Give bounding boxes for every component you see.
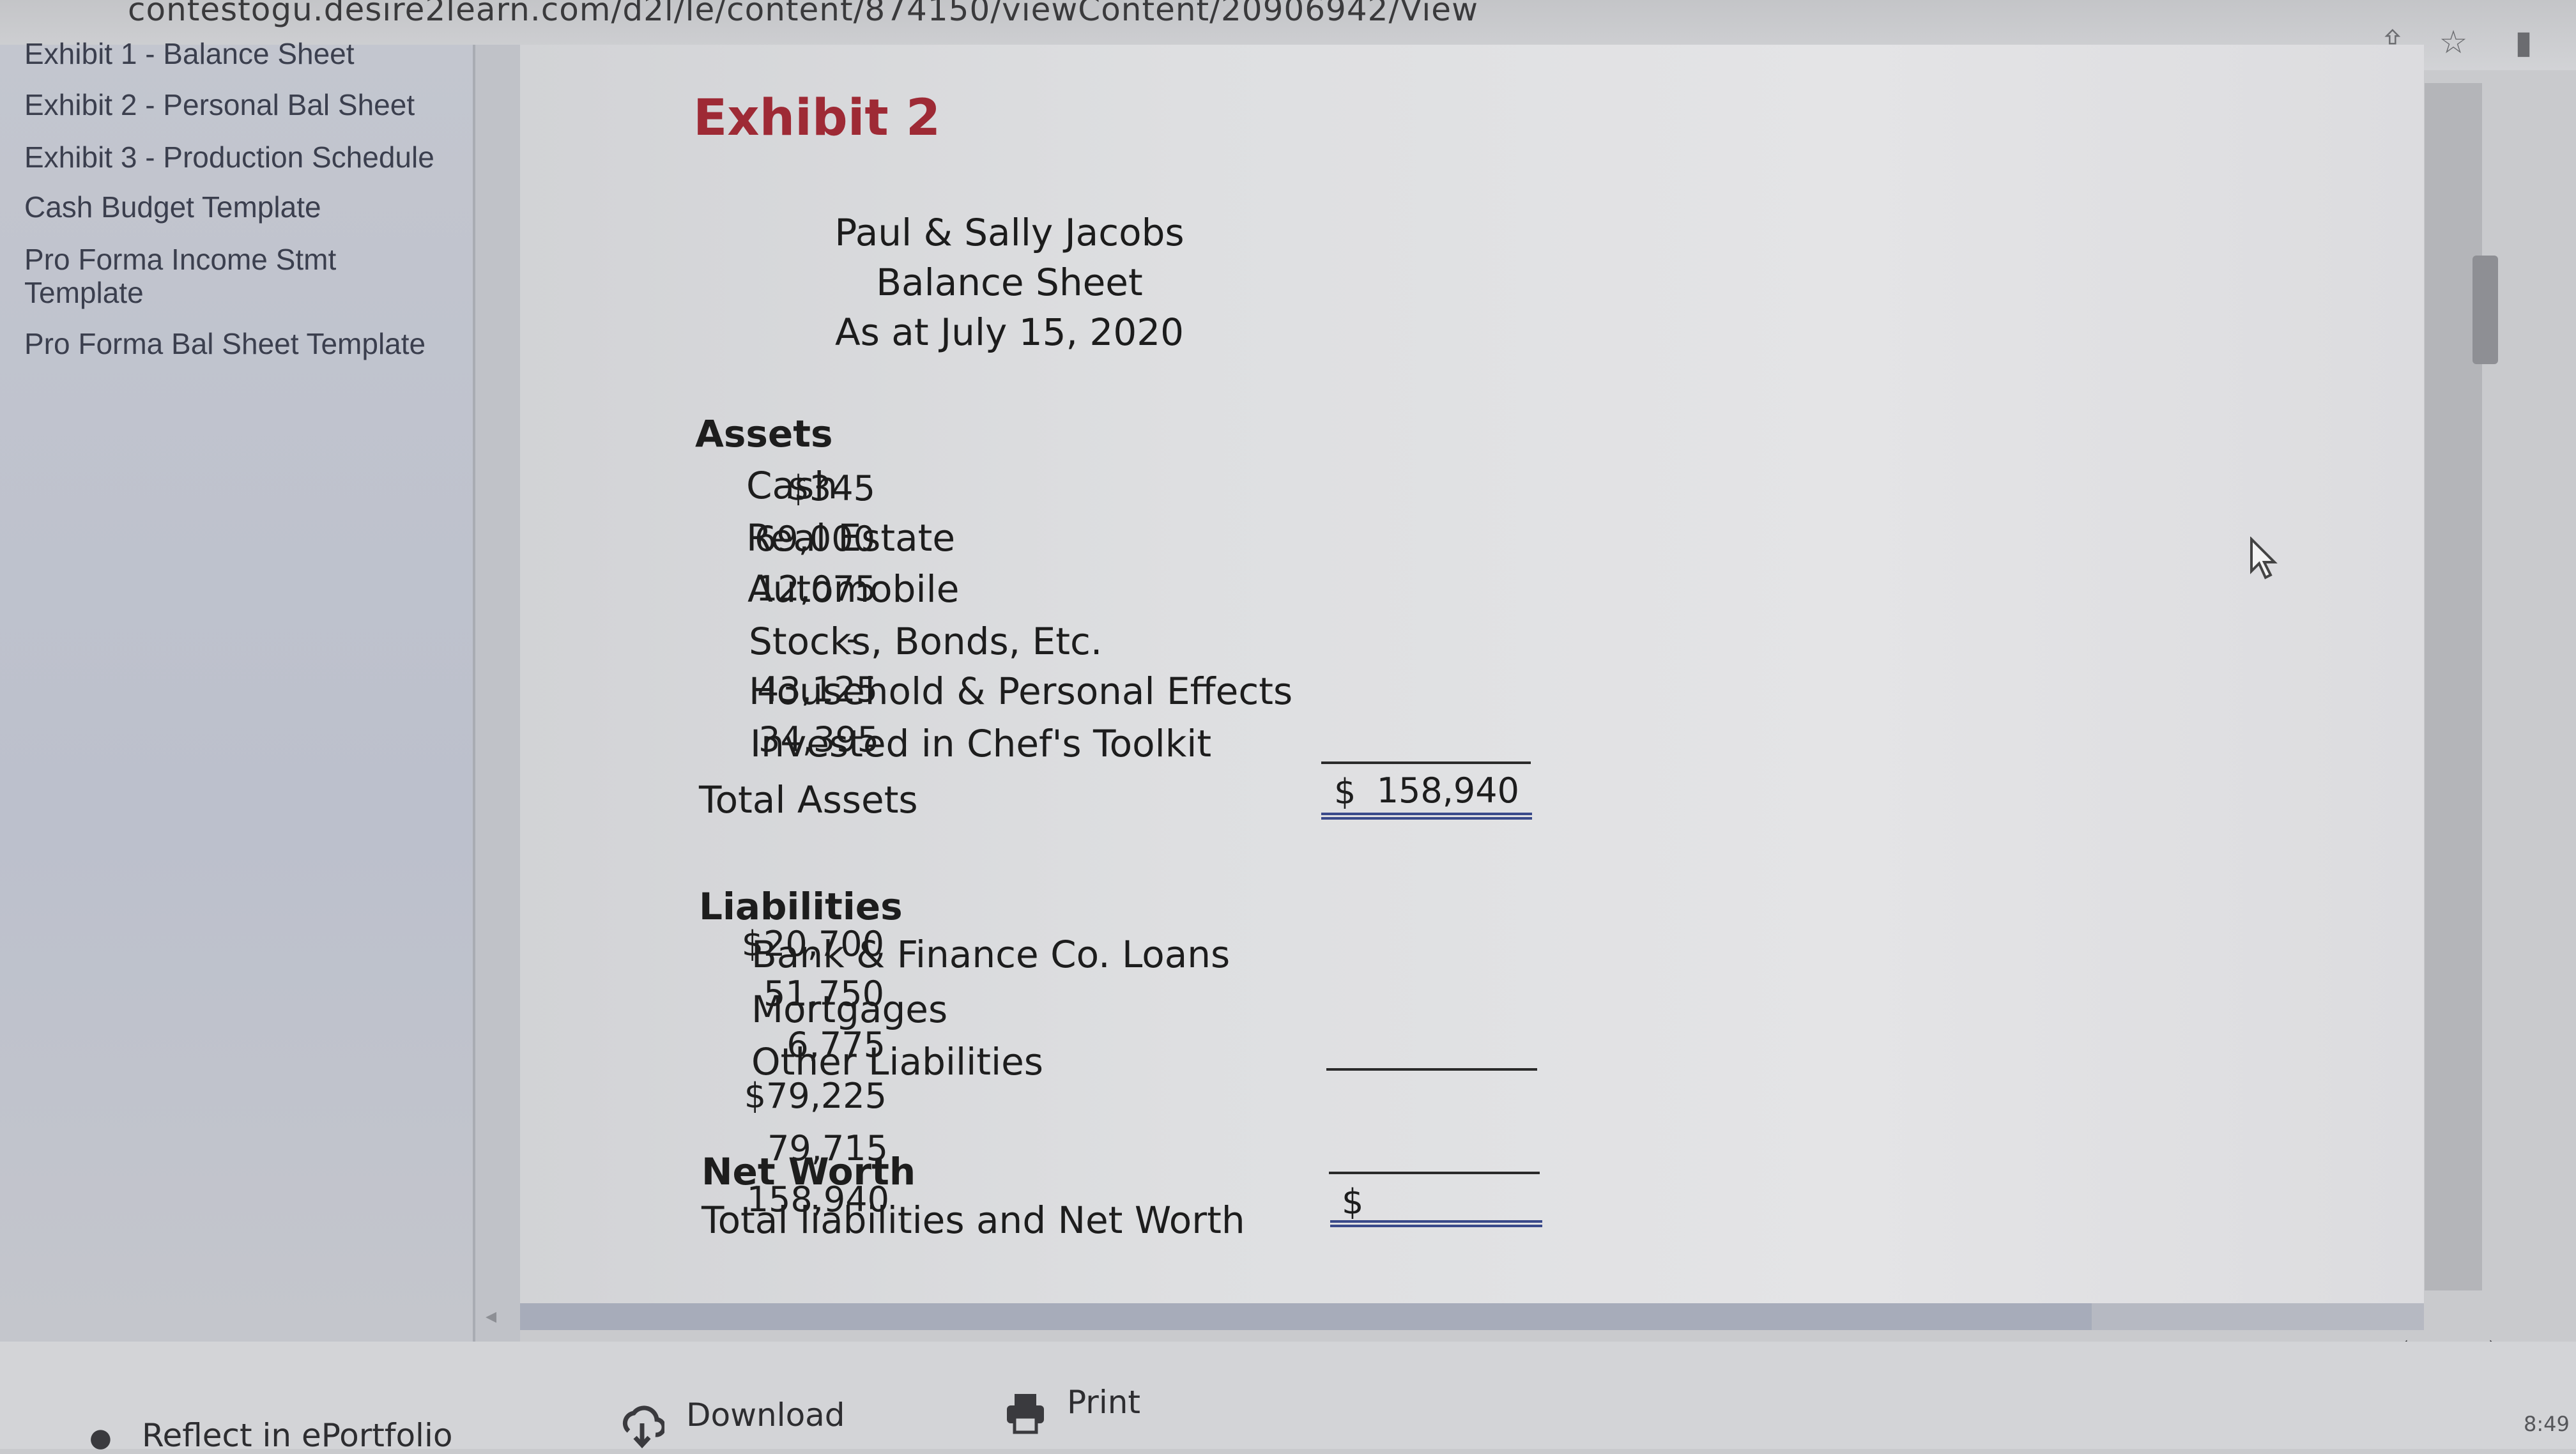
sidebar-item-exhibit-2[interactable]: Exhibit 2 - Personal Bal Sheet — [24, 88, 459, 121]
print-button[interactable]: Print — [1067, 1384, 1140, 1421]
asset-value: 69,000 — [755, 519, 875, 559]
printer-icon — [1007, 1394, 1044, 1434]
asset-value: $345 — [787, 468, 875, 509]
star-icon[interactable]: ☆ — [2434, 23, 2472, 61]
net-worth-value: 79,715 — [767, 1128, 888, 1168]
net-worth-rule — [1329, 1172, 1540, 1174]
assets-subtotal-rule — [1321, 761, 1531, 764]
download-icon — [622, 1405, 664, 1449]
vertical-scroll-thumb[interactable] — [2472, 256, 2498, 364]
sidebar-item-pro-forma-bal-sheet[interactable]: Pro Forma Bal Sheet Template — [24, 327, 459, 360]
statement-name: Balance Sheet — [876, 261, 1143, 304]
total-assets-label: Total Assets — [699, 778, 918, 822]
liability-value: $20,700 — [741, 924, 884, 964]
liability-value: 51,750 — [763, 974, 884, 1014]
total-liabilities-net-worth-value: 158,940 — [746, 1179, 889, 1220]
asset-value: - — [846, 618, 859, 659]
statement-owner: Paul & Sally Jacobs — [834, 211, 1184, 254]
assets-header: Assets — [695, 412, 833, 455]
asset-value: 43,125 — [757, 670, 878, 710]
download-button[interactable]: Download — [686, 1397, 845, 1434]
asset-value: 12,075 — [756, 569, 877, 609]
exhibit-title: Exhibit 2 — [693, 89, 941, 147]
total-liabilities-double-rule — [1330, 1220, 1542, 1227]
sidebar-gutter — [475, 45, 520, 1342]
statement-date: As at July 15, 2020 — [834, 310, 1184, 354]
sidebar-item-exhibit-3[interactable]: Exhibit 3 - Production Schedule — [24, 141, 459, 174]
sidebar-icon[interactable]: ▮ — [2504, 23, 2543, 61]
scroll-left-arrow-icon[interactable]: ◂ — [486, 1303, 496, 1329]
liabilities-header: Liabilities — [699, 885, 903, 928]
horizontal-scrollbar[interactable] — [520, 1303, 2424, 1330]
portfolio-icon: ● — [89, 1423, 112, 1453]
liability-value: 6,775 — [786, 1025, 885, 1065]
total-assets-currency: $ — [1334, 772, 1356, 812]
system-clock: 8:49 — [2524, 1412, 2570, 1436]
sidebar-item-exhibit-1[interactable]: Exhibit 1 - Balance Sheet — [24, 37, 459, 70]
address-bar-url[interactable]: contestogu.desire2learn.com/d2l/le/conte… — [128, 0, 1478, 28]
total-liabilities-net-worth-currency: $ — [1342, 1182, 1364, 1222]
horizontal-scroll-thumb[interactable] — [520, 1303, 2092, 1330]
total-assets-value: 158,940 — [1376, 770, 1519, 811]
total-assets-double-rule — [1321, 813, 1532, 820]
asset-value: 34,395 — [758, 719, 879, 760]
reflect-in-eportfolio-button[interactable]: Reflect in ePortfolio — [142, 1417, 452, 1454]
content-sidebar — [0, 45, 475, 1342]
liabilities-subtotal-value: $79,225 — [744, 1076, 887, 1116]
mouse-cursor-icon — [2250, 537, 2278, 579]
sidebar-item-cash-budget[interactable]: Cash Budget Template — [24, 190, 459, 224]
liabilities-subtotal-rule — [1326, 1068, 1537, 1071]
sidebar-item-pro-forma-income[interactable]: Pro Forma Income Stmt Template — [24, 243, 408, 309]
